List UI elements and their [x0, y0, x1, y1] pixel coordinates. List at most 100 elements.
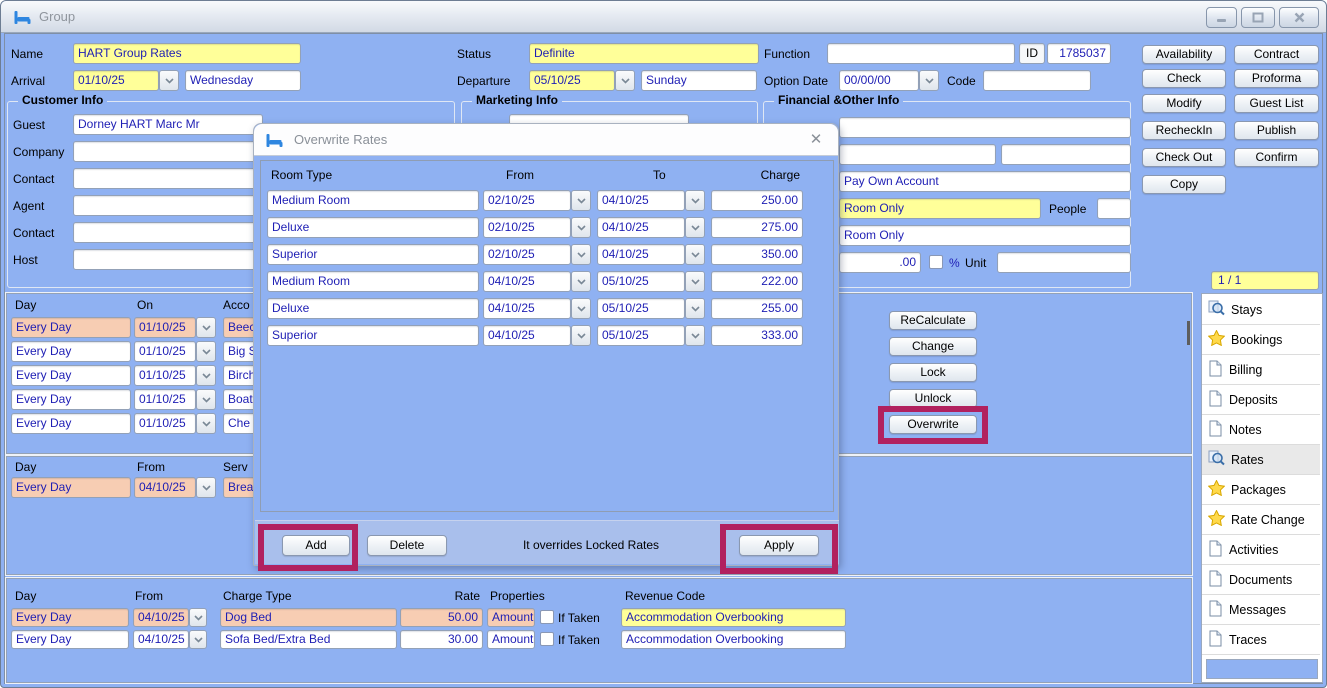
dlg-from-date[interactable]: 02/10/25 [483, 217, 571, 238]
check-button[interactable]: Check [1142, 69, 1226, 88]
host-field[interactable] [73, 249, 263, 270]
proforma-button[interactable]: Proforma [1234, 69, 1319, 88]
acc-row-date-dropdown[interactable] [196, 365, 216, 386]
sidebar-item-deposits[interactable]: Deposits [1202, 385, 1320, 415]
sidebar-item-notes[interactable]: Notes [1202, 415, 1320, 445]
dlg-from-date[interactable]: 04/10/25 [483, 271, 571, 292]
percent-checkbox[interactable] [929, 255, 943, 269]
dlg-to-dropdown[interactable] [685, 325, 705, 346]
dlg-from-dropdown[interactable] [571, 298, 591, 319]
chg-row-day[interactable]: Every Day [11, 608, 129, 627]
guest-field[interactable]: Dorney HART Marc Mr [73, 114, 263, 135]
sidebar-item-traces[interactable]: Traces [1202, 625, 1320, 655]
agent-field[interactable] [73, 195, 263, 216]
dlg-to-dropdown[interactable] [685, 244, 705, 265]
dlg-from-dropdown[interactable] [571, 217, 591, 238]
change-button[interactable]: Change [889, 337, 977, 356]
minimize-button[interactable] [1206, 7, 1237, 28]
acc-row-date-dropdown[interactable] [196, 317, 216, 338]
acc-row-date[interactable]: 01/10/25 [134, 317, 196, 338]
dlg-from-date[interactable]: 02/10/25 [483, 190, 571, 211]
dlg-to-dropdown[interactable] [685, 217, 705, 238]
chg-row-revenue[interactable]: Accommodation Overbooking [621, 630, 846, 649]
departure-date-dropdown[interactable] [615, 70, 635, 91]
chg-row-prop[interactable]: Amount [487, 630, 535, 649]
name-field[interactable]: HART Group Rates [73, 43, 301, 64]
arrival-date-field[interactable]: 01/10/25 [73, 70, 159, 91]
dlg-room-type[interactable]: Medium Room [267, 271, 479, 292]
dialog-close-icon[interactable]: ✕ [806, 130, 826, 150]
maximize-button[interactable] [1241, 7, 1275, 28]
check-out-button[interactable]: Check Out [1142, 148, 1226, 167]
dlg-charge[interactable]: 250.00 [711, 190, 803, 211]
svc-row-date-dropdown[interactable] [196, 477, 216, 498]
dlg-to-date[interactable]: 05/10/25 [597, 325, 685, 346]
sidebar-item-rate-change[interactable]: Rate Change [1202, 505, 1320, 535]
code-field[interactable] [983, 70, 1091, 91]
chg-row-date-dropdown[interactable] [189, 630, 207, 649]
sidebar-item-packages[interactable]: Packages [1202, 475, 1320, 505]
dlg-from-date[interactable]: 04/10/25 [483, 325, 571, 346]
chg-row-rate[interactable]: 30.00 [400, 630, 483, 649]
recheckin-button[interactable]: RecheckIn [1142, 121, 1226, 140]
dlg-from-dropdown[interactable] [571, 190, 591, 211]
dlg-from-dropdown[interactable] [571, 271, 591, 292]
availability-button[interactable]: Availability [1142, 45, 1226, 64]
status-field[interactable]: Definite [529, 43, 759, 64]
dlg-charge[interactable]: 255.00 [711, 298, 803, 319]
sidebar-item-rates[interactable]: Rates [1202, 445, 1320, 475]
dlg-charge[interactable]: 275.00 [711, 217, 803, 238]
acc-row-date-dropdown[interactable] [196, 341, 216, 362]
chg-row-revenue[interactable]: Accommodation Overbooking [621, 608, 846, 627]
acc-row-day[interactable]: Every Day [11, 413, 131, 434]
acc-row-date[interactable]: 01/10/25 [134, 365, 196, 386]
dlg-to-dropdown[interactable] [685, 298, 705, 319]
acc-row-date-dropdown[interactable] [196, 389, 216, 410]
dlg-room-type[interactable]: Medium Room [267, 190, 479, 211]
board-field[interactable]: Room Only [839, 198, 1041, 219]
dlg-to-dropdown[interactable] [685, 190, 705, 211]
chg-row-date[interactable]: 04/10/25 [133, 608, 189, 627]
chg-row-day[interactable]: Every Day [11, 630, 129, 649]
contact-field[interactable] [73, 168, 263, 189]
confirm-button[interactable]: Confirm [1234, 148, 1319, 167]
board2-field[interactable]: Room Only [839, 225, 1131, 246]
dlg-to-date[interactable]: 04/10/25 [597, 217, 685, 238]
publish-button[interactable]: Publish [1234, 121, 1319, 140]
acc-row-day[interactable]: Every Day [11, 389, 131, 410]
company-field[interactable] [73, 141, 263, 162]
financial-field-2b[interactable] [1001, 144, 1131, 165]
sidebar-item-billing[interactable]: Billing [1202, 355, 1320, 385]
dlg-room-type[interactable]: Deluxe [267, 217, 479, 238]
dlg-to-date[interactable]: 05/10/25 [597, 298, 685, 319]
dlg-from-dropdown[interactable] [571, 325, 591, 346]
sidebar-item-messages[interactable]: Messages [1202, 595, 1320, 625]
acc-row-day[interactable]: Every Day [11, 317, 131, 338]
chg-row-rate[interactable]: 50.00 [400, 608, 483, 627]
sidebar-item-activities[interactable]: Activities [1202, 535, 1320, 565]
dlg-charge[interactable]: 333.00 [711, 325, 803, 346]
guest-list-button[interactable]: Guest List [1234, 94, 1319, 113]
dlg-from-date[interactable]: 04/10/25 [483, 298, 571, 319]
dlg-room-type[interactable]: Superior [267, 325, 479, 346]
dlg-to-date[interactable]: 04/10/25 [597, 190, 685, 211]
dlg-from-dropdown[interactable] [571, 244, 591, 265]
if-taken-checkbox[interactable] [540, 610, 554, 624]
contract-button[interactable]: Contract [1234, 45, 1319, 64]
close-button[interactable] [1279, 7, 1319, 28]
acc-row-date[interactable]: 01/10/25 [134, 341, 196, 362]
if-taken-checkbox[interactable] [540, 632, 554, 646]
lock-button[interactable]: Lock [889, 363, 977, 382]
dlg-room-type[interactable]: Deluxe [267, 298, 479, 319]
sidebar-item-stays[interactable]: Stays [1202, 295, 1320, 325]
chg-row-date-dropdown[interactable] [189, 608, 207, 627]
svc-row-date[interactable]: 04/10/25 [134, 477, 196, 498]
sidebar-item-documents[interactable]: Documents [1202, 565, 1320, 595]
chg-row-type[interactable]: Sofa Bed/Extra Bed [220, 630, 397, 649]
chg-row-type[interactable]: Dog Bed [220, 608, 397, 627]
pay-account-field[interactable]: Pay Own Account [839, 171, 1131, 192]
dlg-to-date[interactable]: 05/10/25 [597, 271, 685, 292]
chg-row-prop[interactable]: Amount [487, 608, 535, 627]
contact2-field[interactable] [73, 222, 263, 243]
financial-field-2a[interactable] [839, 144, 996, 165]
